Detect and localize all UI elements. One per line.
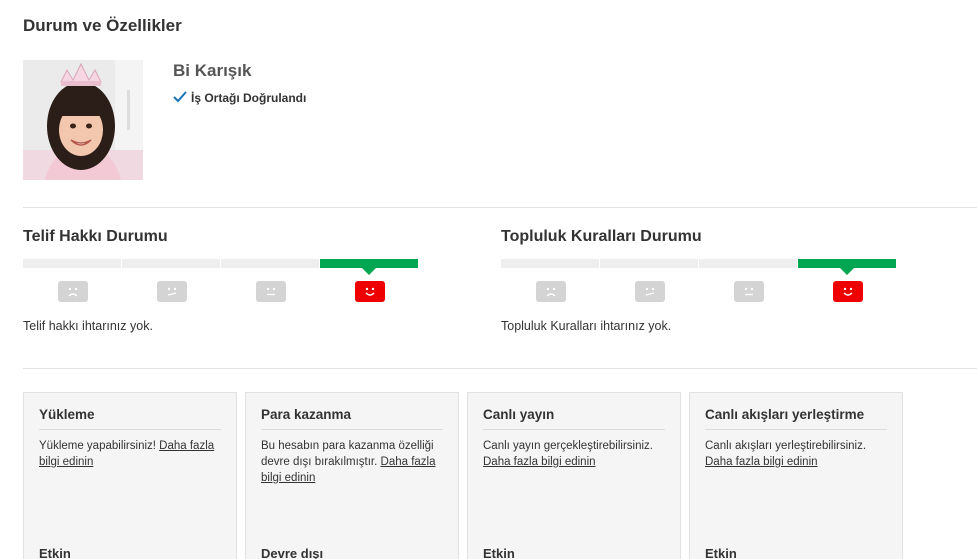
sad-face-icon xyxy=(535,281,566,302)
meter-segment xyxy=(699,259,797,268)
feature-card-state: Etkin xyxy=(705,546,737,559)
happy-face-icon xyxy=(354,281,385,302)
feature-card-description: Yükleme yapabilirsiniz! Daha fazla bilgi… xyxy=(39,440,215,468)
neutral-face-icon xyxy=(255,281,286,302)
happy-face-icon xyxy=(832,281,863,302)
feature-card-embed-live: Canlı akışları yerleştirme Canlı akışlar… xyxy=(689,392,903,559)
partner-verified-label: İş Ortağı Doğrulandı xyxy=(191,91,307,105)
feature-card-monetization: Para kazanma Bu hesabın para kazanma öze… xyxy=(245,392,459,559)
feature-card-state: Devre dışı xyxy=(261,546,324,559)
feature-card-description: Bu hesabın para kazanma özelliği devre d… xyxy=(261,440,436,484)
divider xyxy=(23,207,977,208)
feature-card-title: Para kazanma xyxy=(261,407,443,430)
feature-card-upload: Yükleme Yükleme yapabilirsiniz! Daha faz… xyxy=(23,392,237,559)
meter-segment-active xyxy=(798,259,896,275)
meter-segment xyxy=(501,259,599,268)
feature-card-state: Etkin xyxy=(39,546,71,559)
meter-segment-active xyxy=(320,259,418,275)
community-guidelines-status: Topluluk Kuralları Durumu Topluluk Kural… xyxy=(501,228,921,333)
feature-card-title: Canlı akışları yerleştirme xyxy=(705,407,887,430)
feature-card-live-streaming: Canlı yayın Canlı yayın gerçekleştirebil… xyxy=(467,392,681,559)
meter-segment xyxy=(122,259,220,268)
learn-more-link[interactable]: Daha fazla bilgi edinin xyxy=(705,456,818,468)
copyright-status-message: Telif hakkı ihtarınız yok. xyxy=(23,319,153,333)
feature-card-title: Yükleme xyxy=(39,407,221,430)
channel-avatar xyxy=(23,60,143,180)
copyright-status-title: Telif Hakkı Durumu xyxy=(23,228,168,245)
community-status-message: Topluluk Kuralları ihtarınız yok. xyxy=(501,319,672,333)
feature-card-state: Etkin xyxy=(483,546,515,559)
checkmark-icon xyxy=(173,90,187,106)
meh-face-icon xyxy=(156,281,187,302)
feature-card-title: Canlı yayın xyxy=(483,407,665,430)
feature-card-description: Canlı akışları yerleştirebilirsiniz. Dah… xyxy=(705,440,867,468)
partner-verified-badge: İş Ortağı Doğrulandı xyxy=(173,90,306,106)
community-status-meter xyxy=(501,259,921,275)
learn-more-link[interactable]: Daha fazla bilgi edinin xyxy=(483,456,596,468)
meter-segment xyxy=(23,259,121,268)
feature-card-description: Canlı yayın gerçekleştirebilirsiniz. Dah… xyxy=(483,440,654,468)
channel-name: Bi Karışık xyxy=(173,61,252,80)
community-status-title: Topluluk Kuralları Durumu xyxy=(501,228,702,245)
copyright-status: Telif Hakkı Durumu Telif hakkı ihtarınız… xyxy=(23,228,443,333)
avatar-image xyxy=(23,60,143,180)
meh-face-icon xyxy=(634,281,665,302)
neutral-face-icon xyxy=(733,281,764,302)
page-title: Durum ve Özellikler xyxy=(23,16,182,35)
copyright-status-meter xyxy=(23,259,443,275)
divider xyxy=(23,368,977,369)
meter-segment xyxy=(600,259,698,268)
sad-face-icon xyxy=(57,281,88,302)
meter-segment xyxy=(221,259,319,268)
